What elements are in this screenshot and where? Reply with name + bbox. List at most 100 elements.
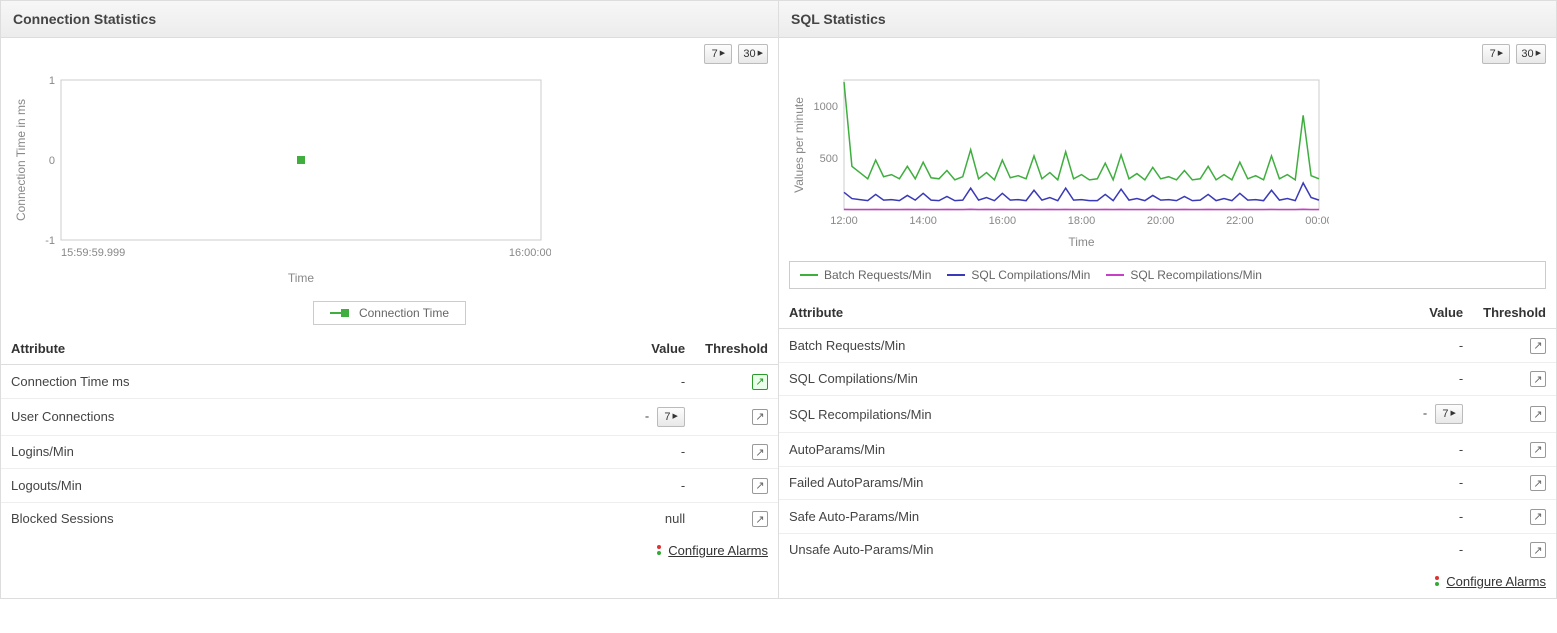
attr-cell: Blocked Sessions [1,502,484,535]
attr-cell: Logins/Min [1,435,484,469]
value-cell: null [484,502,695,535]
attr-cell: SQL Compilations/Min [779,362,1287,396]
threshold-icon[interactable]: ↗ [1530,509,1546,525]
value-cell: - [1287,362,1473,396]
sql-chart-svg: 500100012:0014:0016:0018:0020:0022:0000:… [789,70,1329,250]
connection-table: Attribute Value Threshold Connection Tim… [1,333,778,535]
value-cell: -7▶ [1287,396,1473,433]
svg-text:18:00: 18:00 [1068,215,1096,227]
col-attribute: Attribute [1,333,484,365]
configure-alarms-link[interactable]: Configure Alarms [668,543,768,558]
range-30-button[interactable]: 30▶ [738,44,768,64]
table-row: AutoParams/Min- ↗ [779,433,1556,467]
inline-range-button[interactable]: 7▶ [657,407,685,427]
attr-cell: Failed AutoParams/Min [779,466,1287,500]
value-cell: - [484,365,695,399]
threshold-icon[interactable]: ↗ [1530,371,1546,387]
alarm-icon [1432,575,1442,590]
range-7-label: 7 [712,48,718,60]
threshold-icon[interactable]: ↗ [1530,442,1546,458]
attr-cell: Logouts/Min [1,469,484,503]
col-value: Value [1287,297,1473,329]
legend-label: Connection Time [359,306,449,320]
sql-stats-panel: SQL Statistics 7▶ 30▶ 500100012:0014:001… [779,1,1556,598]
col-threshold: Threshold [695,333,778,365]
threshold-cell: ↗ [1473,396,1556,433]
col-value: Value [484,333,695,365]
threshold-cell: ↗ [695,398,778,435]
threshold-icon[interactable]: ↗ [1530,475,1546,491]
svg-text:Connection Time in ms: Connection Time in ms [14,99,28,221]
chevron-right-icon: ▶ [1498,49,1503,57]
svg-text:16:00: 16:00 [989,215,1017,227]
alarm-icon [654,544,664,559]
threshold-icon[interactable]: ↗ [1530,542,1546,558]
svg-text:0: 0 [49,155,55,167]
threshold-icon[interactable]: ↗ [752,511,768,527]
sql-chart: 500100012:0014:0016:0018:0020:0022:0000:… [779,64,1556,257]
svg-text:Time: Time [1068,235,1095,249]
table-row: Logins/Min-↗ [1,435,778,469]
attr-cell: Batch Requests/Min [779,329,1287,363]
table-row: SQL Compilations/Min- ↗ [779,362,1556,396]
range-30-label: 30 [1521,48,1533,60]
sql-table: Attribute Value Threshold Batch Requests… [779,297,1556,566]
value-cell: - [1287,433,1473,467]
chevron-right-icon: ▶ [758,49,763,57]
legend-label: Batch Requests/Min [824,268,931,282]
threshold-icon[interactable]: ↗ [1530,406,1546,422]
connection-range-row: 7▶ 30▶ [1,38,778,64]
svg-text:14:00: 14:00 [909,215,937,227]
connection-stats-panel: Connection Statistics 7▶ 30▶ -10115:59:5… [1,1,779,598]
sql-legend: Batch Requests/Min SQL Compilations/Min … [789,261,1546,289]
legend-marker-icon [341,309,349,317]
sql-range-row: 7▶ 30▶ [779,38,1556,64]
configure-alarms-row: Configure Alarms [779,566,1556,598]
table-row: SQL Recompilations/Min-7▶ ↗ [779,396,1556,433]
connection-legend: Connection Time [313,301,466,325]
svg-text:1000: 1000 [814,101,838,113]
table-row: User Connections-7▶↗ [1,398,778,435]
col-attribute: Attribute [779,297,1287,329]
table-row: Connection Time ms- ↗ [1,365,778,399]
threshold-cell: ↗ [695,435,778,469]
sql-stats-title: SQL Statistics [779,1,1556,38]
connection-chart-svg: -10115:59:59.99916:00:00.000TimeConnecti… [11,70,551,290]
configure-alarms-link[interactable]: Configure Alarms [1446,574,1546,589]
legend-item-compilations: SQL Compilations/Min [947,268,1090,282]
col-threshold: Threshold [1473,297,1556,329]
attr-cell: SQL Recompilations/Min [779,396,1287,433]
attr-cell: AutoParams/Min [779,433,1287,467]
configure-alarms-row: Configure Alarms [1,535,778,567]
value-cell: - [1287,329,1473,363]
legend-color-icon [800,274,818,276]
threshold-icon[interactable]: ↗ [752,409,768,425]
threshold-icon[interactable]: ↗ [752,374,768,390]
threshold-cell: ↗ [1473,329,1556,363]
threshold-cell: ↗ [695,502,778,535]
attr-cell: Unsafe Auto-Params/Min [779,533,1287,566]
attr-cell: Connection Time ms [1,365,484,399]
threshold-cell: ↗ [1473,466,1556,500]
threshold-icon[interactable]: ↗ [752,478,768,494]
threshold-icon[interactable]: ↗ [752,444,768,460]
legend-label: SQL Recompilations/Min [1130,268,1262,282]
table-row: Unsafe Auto-Params/Min-↗ [779,533,1556,566]
threshold-cell: ↗ [1473,533,1556,566]
legend-item-connection-time: Connection Time [330,306,449,320]
svg-text:22:00: 22:00 [1226,215,1254,227]
svg-text:00:00: 00:00 [1305,215,1329,227]
range-7-label: 7 [1490,48,1496,60]
inline-range-button[interactable]: 7▶ [1435,404,1463,424]
range-7-button[interactable]: 7▶ [704,44,732,64]
value-cell: - [484,469,695,503]
svg-text:15:59:59.999: 15:59:59.999 [61,247,125,259]
range-30-button[interactable]: 30▶ [1516,44,1546,64]
range-7-button[interactable]: 7▶ [1482,44,1510,64]
table-row: Safe Auto-Params/Min-↗ [779,500,1556,534]
attr-cell: User Connections [1,398,484,435]
threshold-icon[interactable]: ↗ [1530,338,1546,354]
svg-text:20:00: 20:00 [1147,215,1175,227]
threshold-cell: ↗ [695,365,778,399]
table-row: Batch Requests/Min- ↗ [779,329,1556,363]
